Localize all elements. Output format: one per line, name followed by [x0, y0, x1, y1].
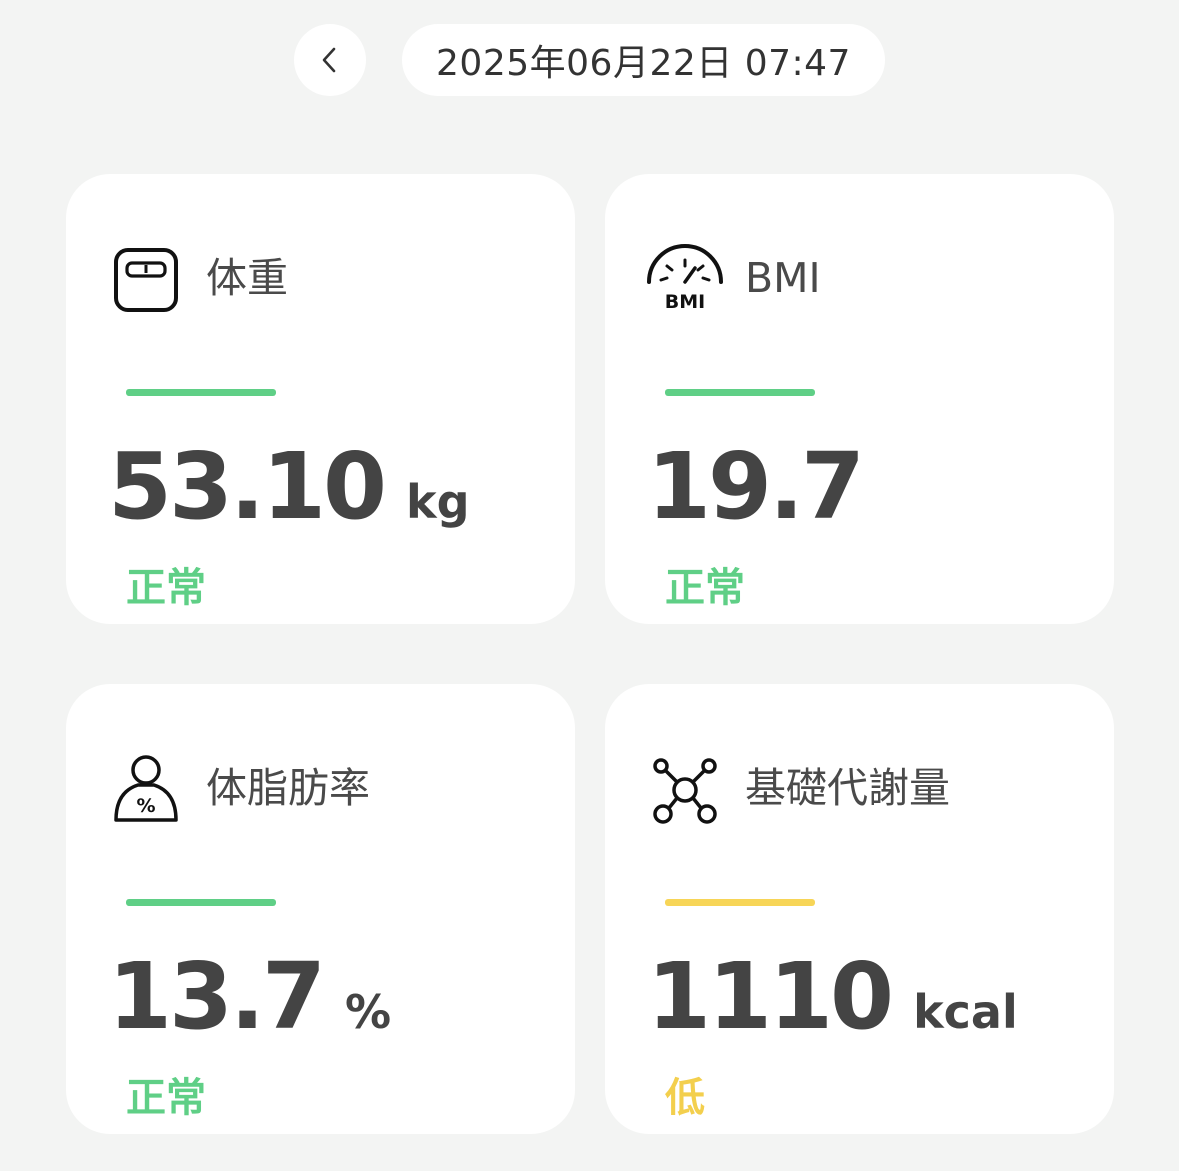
basal-metabolism-value: 1110	[647, 943, 894, 1050]
weight-card[interactable]: 体重 53.10 kg 正常	[66, 174, 575, 624]
weight-label: 体重	[206, 254, 288, 302]
bmi-gauge-icon: BMI	[639, 234, 731, 326]
weight-status: 正常	[126, 565, 206, 611]
scale-icon	[100, 234, 192, 326]
body-fat-card[interactable]: % 体脂肪率 13.7 % 正常	[66, 684, 575, 1134]
body-fat-status-bar	[126, 899, 276, 906]
weight-status-bar	[126, 389, 276, 396]
bmi-value: 19.7	[647, 433, 865, 540]
weight-value: 53.10	[108, 433, 387, 540]
date-selector[interactable]: 2025年06月22日 07:47	[402, 24, 885, 96]
basal-metabolism-status: 低	[665, 1075, 705, 1121]
chevron-left-icon	[322, 47, 336, 73]
basal-metabolism-status-bar	[665, 899, 815, 906]
bmi-status-bar	[665, 389, 815, 396]
bmi-icon-text: BMI	[665, 291, 705, 313]
bmi-status: 正常	[665, 565, 745, 611]
weight-unit: kg	[406, 475, 470, 529]
bmi-label: BMI	[745, 254, 821, 302]
back-button[interactable]	[294, 24, 366, 96]
body-fat-value: 13.7	[108, 943, 326, 1050]
body-fat-status: 正常	[126, 1075, 206, 1121]
body-fat-icon-text: %	[136, 795, 155, 817]
bmi-card[interactable]: BMI BMI 19.7 正常	[605, 174, 1114, 624]
basal-metabolism-label: 基礎代謝量	[745, 764, 950, 812]
metabolism-molecule-icon	[639, 744, 731, 836]
body-fat-unit: %	[345, 985, 392, 1039]
measurement-datetime: 2025年06月22日 07:47	[436, 43, 851, 84]
basal-metabolism-card[interactable]: 基礎代謝量 1110 kcal 低	[605, 684, 1114, 1134]
body-fat-label: 体脂肪率	[206, 764, 370, 812]
body-fat-icon: %	[100, 744, 192, 836]
basal-metabolism-unit: kcal	[913, 985, 1018, 1039]
